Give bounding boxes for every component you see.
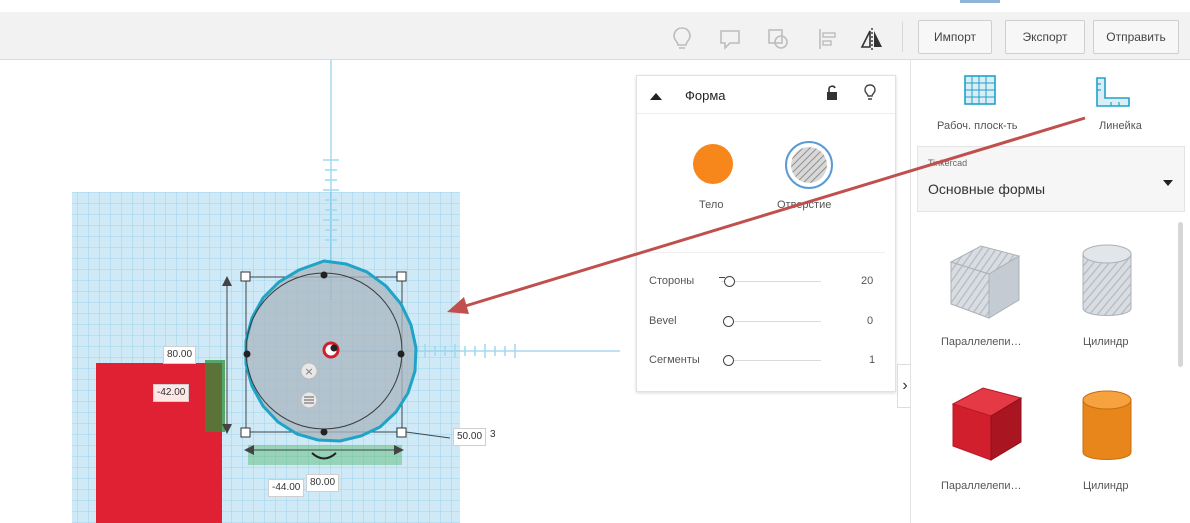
striped-cylinder-icon[interactable] [1079,242,1135,327]
sides-slider-track[interactable] [721,281,821,282]
visibility-bulb-icon[interactable] [863,83,877,108]
shape-panel-header: Форма [637,76,895,114]
chevron-right-icon: › [902,377,908,394]
lock-icon[interactable] [825,84,839,107]
top-strip [0,0,1190,12]
shape-inspector-panel: Форма Тело Отверстие Стороны 20 Bevel 0 [636,75,896,392]
solid-color-swatch[interactable] [693,144,733,184]
library-scrollbar[interactable] [1178,222,1183,367]
orange-cylinder-icon[interactable] [1079,388,1135,471]
green-dimension-guide [205,360,225,432]
z-value-label[interactable]: 50.00 [453,428,487,446]
center-dot [330,344,338,352]
segments-slider-track[interactable] [729,360,821,361]
width-highlight [248,445,402,465]
shape-label-cylinder-2: Цилиндр [1083,480,1129,492]
library-value: Основные формы [928,181,1046,197]
z-suffix-text: 3 [490,429,496,440]
right-panel: Рабоч. плоск-ть Линейка Tinkercad Основн… [910,60,1190,523]
shape-label-box-2: Параллелепи… [941,480,1022,492]
striped-box-icon[interactable] [943,240,1023,327]
lightbulb-icon[interactable] [668,26,696,52]
group-icon[interactable] [764,26,792,52]
bevel-slider-track[interactable] [729,321,821,322]
workplane-tool-label[interactable]: Рабоч. плоск-ть [937,120,1017,132]
shape-library-select[interactable]: Tinkercad Основные формы [917,146,1185,212]
library-caption: Tinkercad [928,158,968,168]
bevel-label: Bevel [649,315,677,327]
x-offset-label[interactable]: -44.00 [268,479,305,497]
y-offset-label[interactable]: -42.00 [153,384,190,402]
segments-slider-knob[interactable] [723,355,734,366]
bevel-slider-knob[interactable] [723,316,734,327]
solid-label: Тело [699,199,724,211]
segments-value[interactable]: 1 [869,354,875,366]
red-box-icon[interactable] [947,382,1027,469]
segments-label: Сегменты [649,354,700,366]
bevel-value[interactable]: 0 [867,315,873,327]
toolbar-divider [902,22,903,52]
svg-text:×: × [304,365,313,378]
shape-label-cylinder-1: Цилиндр [1083,336,1129,348]
collapse-icon[interactable] [649,88,663,106]
shape-label-box-1: Параллелепи… [941,336,1022,348]
height-value-label[interactable]: 80.00 [163,346,197,364]
mirror-icon[interactable] [858,26,886,52]
speech-bubble-icon[interactable] [716,26,744,52]
dropdown-caret-icon [1163,173,1173,191]
shape-panel-title: Форма [685,88,726,103]
hole-swatch-icon [791,147,827,183]
active-tab-indicator [960,0,1000,3]
ruler-tool-icon[interactable] [1095,76,1131,113]
ruler-tool-label[interactable]: Линейка [1099,120,1142,132]
tinkercad-editor: Импорт Экспорт Отправить × 80.00 -42.00 … [0,0,1190,523]
panel-divider [647,252,885,253]
import-button[interactable]: Импорт [918,20,992,54]
export-button[interactable]: Экспорт [1005,20,1085,54]
width-value-label[interactable]: 80.00 [306,474,340,492]
align-icon[interactable] [814,26,842,52]
sides-slider-knob[interactable] [724,276,735,287]
sides-value[interactable]: 20 [861,275,873,287]
sides-label: Стороны [649,275,695,287]
workplane-tool-icon[interactable] [963,74,997,111]
send-button[interactable]: Отправить [1093,20,1179,54]
hole-swatch-ring[interactable] [785,141,833,189]
toolbar: Импорт Экспорт Отправить [0,12,1190,60]
hole-label: Отверстие [777,199,832,211]
